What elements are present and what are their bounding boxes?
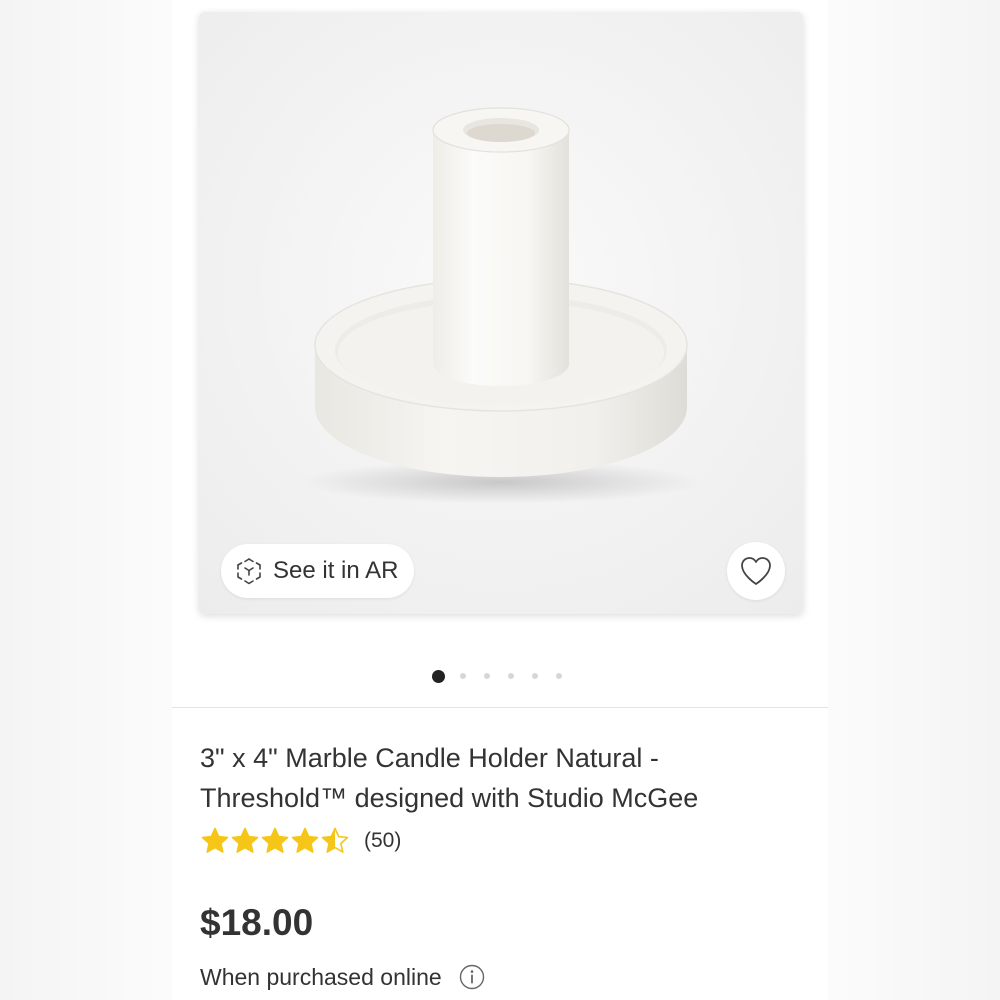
pagination-dot-active[interactable] <box>432 669 445 683</box>
pagination-dot[interactable] <box>556 673 562 679</box>
product-image <box>199 12 803 614</box>
star-full-icon <box>291 827 319 853</box>
info-circle-icon[interactable] <box>458 963 486 991</box>
ar-cube-icon <box>233 555 265 587</box>
pagination-dot[interactable] <box>484 673 490 679</box>
purchase-note-text: When purchased online <box>200 963 442 990</box>
see-in-ar-button[interactable]: See it in AR <box>221 544 415 598</box>
pagination-dot[interactable] <box>508 673 514 679</box>
purchase-note: When purchased online <box>200 963 486 991</box>
product-rating[interactable]: (50) <box>200 826 401 856</box>
product-image-gallery[interactable]: See it in AR <box>199 12 803 614</box>
pagination-dot[interactable] <box>532 673 538 679</box>
star-half-icon <box>321 827 349 853</box>
rating-stars <box>200 826 350 856</box>
section-divider <box>172 707 828 708</box>
star-full-icon <box>201 827 229 853</box>
favorite-button[interactable] <box>727 542 785 600</box>
star-full-icon <box>261 827 289 853</box>
product-price: $18.00 <box>200 902 314 943</box>
gallery-pagination <box>432 668 580 684</box>
review-count[interactable]: (50) <box>364 829 401 853</box>
see-in-ar-label: See it in AR <box>273 557 399 584</box>
heart-outline-icon <box>741 557 771 585</box>
star-full-icon <box>231 827 259 853</box>
product-title: 3" x 4" Marble Candle Holder Natural - T… <box>200 743 699 813</box>
pagination-dot[interactable] <box>460 673 466 679</box>
